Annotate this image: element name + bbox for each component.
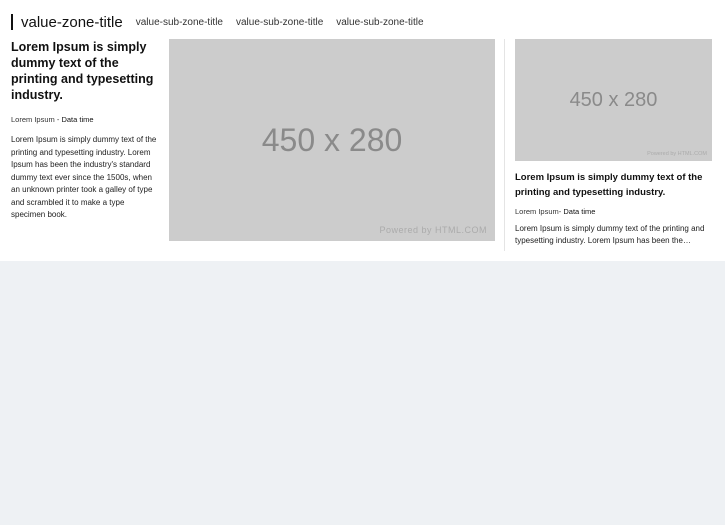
column-divider (504, 39, 505, 251)
title-accent-bar (11, 14, 13, 30)
side-article-meta: Lorem Ipsum- Data time (515, 207, 712, 216)
lead-article-text: Lorem Ipsum is simply dummy text of the … (11, 39, 157, 222)
sub-zone-title-1[interactable]: value-sub-zone-title (136, 17, 223, 28)
side-article-excerpt: Lorem Ipsum is simply dummy text of the … (515, 224, 705, 245)
lead-article-meta: Lorem Ipsum - Data time (11, 115, 157, 124)
lead-article-time: Data time (61, 115, 94, 124)
side-article-headline[interactable]: Lorem Ipsum is simply dummy text of the … (515, 170, 712, 200)
lead-article-excerpt: Lorem Ipsum is simply dummy text of the … (11, 135, 157, 219)
image-watermark: Powered by HTML.COM (379, 225, 487, 235)
lead-article-image[interactable]: 450 x 280 Powered by HTML.COM (169, 39, 495, 241)
image-watermark: Powered by HTML.COM (647, 151, 707, 157)
sub-zone-title-2[interactable]: value-sub-zone-title (236, 17, 323, 28)
zone-header: value-zone-title value-sub-zone-title va… (11, 13, 437, 31)
side-article: 450 x 280 Powered by HTML.COM Lorem Ipsu… (515, 39, 712, 247)
side-article-author: Lorem Ipsum (515, 207, 559, 216)
lead-article-headline[interactable]: Lorem Ipsum is simply dummy text of the … (11, 39, 157, 103)
image-placeholder-dims: 450 x 280 (569, 88, 658, 111)
side-article-time: Data time (563, 207, 596, 216)
image-placeholder-dims: 450 x 280 (261, 121, 403, 158)
news-zone: value-zone-title value-sub-zone-title va… (0, 0, 725, 261)
lead-article-author: Lorem Ipsum (11, 115, 55, 124)
zone-title[interactable]: value-zone-title (21, 14, 123, 31)
sub-zone-title-3[interactable]: value-sub-zone-title (336, 17, 423, 28)
side-article-image[interactable]: 450 x 280 Powered by HTML.COM (515, 39, 712, 161)
